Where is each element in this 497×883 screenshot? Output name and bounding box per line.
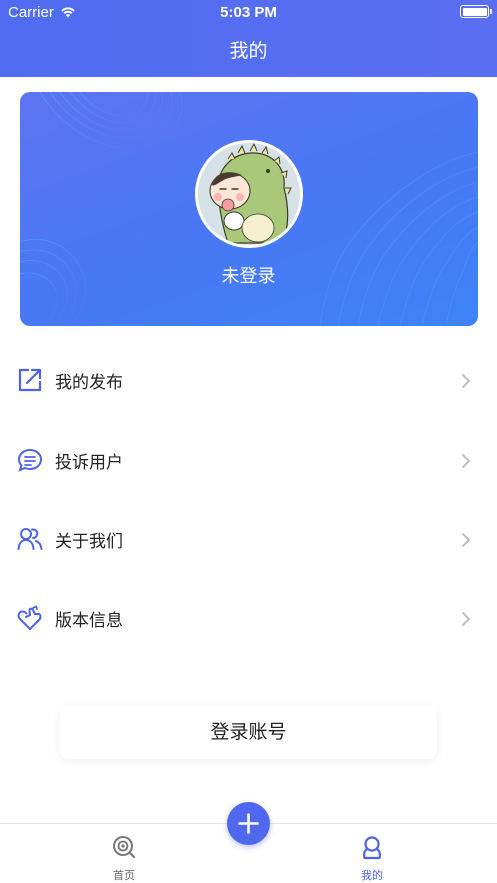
tab-mine[interactable]: 我的 [322, 824, 422, 883]
chat-bubble-icon [17, 448, 43, 472]
chevron-right-icon [462, 533, 470, 547]
menu-item-label: 投诉用户 [55, 453, 123, 473]
menu-item-label: 版本信息 [55, 611, 123, 631]
login-status-label: 未登录 [221, 266, 276, 287]
person-icon [362, 836, 382, 860]
chevron-right-icon [462, 454, 470, 468]
status-bar: Carrier 5:03 PM [0, 0, 497, 26]
clock: 5:03 PM [220, 4, 277, 21]
heart-hand-icon [17, 605, 42, 630]
eye-search-icon [113, 836, 136, 859]
navigation-header: Carrier 5:03 PM 我的 [0, 0, 497, 77]
page-title: 我的 [229, 40, 268, 62]
menu-item-my-posts[interactable]: 我的发布 [0, 350, 497, 410]
plus-icon [238, 813, 259, 834]
login-button[interactable]: 登录账号 [60, 705, 437, 759]
chevron-right-icon [462, 374, 470, 388]
menu-item-label: 我的发布 [55, 373, 123, 393]
menu-item-version-info[interactable]: 版本信息 [0, 588, 497, 648]
users-icon [17, 528, 43, 550]
avatar[interactable] [195, 140, 303, 248]
menu-item-about-us[interactable]: 关于我们 [0, 509, 497, 569]
tab-home-label: 首页 [113, 869, 135, 882]
add-button[interactable] [227, 802, 270, 845]
battery-icon [460, 5, 492, 18]
menu-item-label: 关于我们 [55, 532, 123, 552]
tab-mine-label: 我的 [361, 869, 383, 882]
dinosaur-avatar-icon [198, 143, 300, 245]
chevron-right-icon [462, 612, 470, 626]
tab-home[interactable]: 首页 [74, 824, 174, 883]
menu-item-report-user[interactable]: 投诉用户 [0, 430, 497, 490]
share-external-icon [18, 368, 42, 392]
